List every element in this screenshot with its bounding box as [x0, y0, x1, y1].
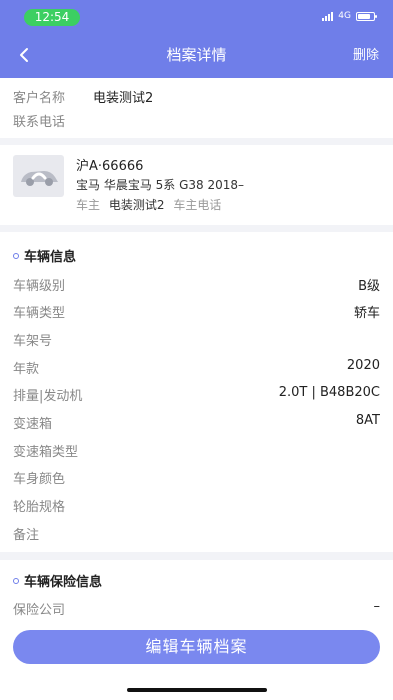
info-row: 变速箱 8AT: [0, 408, 393, 435]
info-row: 保险公司 –: [0, 594, 393, 621]
info-row: 排量|发动机 2.0T | B48B20C: [0, 380, 393, 407]
home-indicator: [127, 688, 267, 692]
info-row-value: B级: [358, 279, 380, 294]
info-row-value: 2.0T | B48B20C: [278, 385, 380, 400]
network-type: 4G: [338, 11, 351, 21]
owner-line: 车主 电装测试2 车主电话: [76, 196, 231, 213]
info-row-label: 备注: [13, 528, 40, 543]
section-dot-icon: [13, 577, 19, 584]
license-plate: 沪A·66666: [76, 159, 144, 174]
info-row-value: 2020: [346, 358, 380, 373]
status-indicators: 4G: [322, 11, 377, 21]
info-row-label: 变速箱类型: [13, 445, 79, 460]
info-row: 轮胎规格: [0, 491, 393, 518]
insurance-info-header: 车辆保险信息: [13, 571, 102, 590]
app-header: 12:54 4G 档案详情 删除: [0, 0, 393, 78]
contact-phone-label: 联系电话: [13, 115, 66, 130]
info-row-value: –: [373, 599, 381, 614]
delete-button[interactable]: 删除: [353, 45, 379, 67]
info-row-label: 保险公司: [13, 603, 66, 618]
info-row: 年款 2020: [0, 353, 393, 380]
info-row-label: 年款: [13, 362, 40, 377]
owner-label: 车主: [76, 198, 101, 212]
status-time: 12:54: [24, 9, 80, 26]
info-row-value: 轿车: [353, 306, 380, 321]
info-row-label: 车辆级别: [13, 279, 66, 294]
customer-name-value: 电装测试2: [93, 91, 154, 106]
section-title: 车辆信息: [24, 250, 77, 265]
signal-icon: [322, 11, 334, 21]
info-row-label: 变速箱: [13, 417, 53, 432]
info-row-label: 车身颜色: [13, 472, 66, 487]
section-title: 车辆保险信息: [24, 575, 103, 590]
owner-value: 电装测试2: [108, 198, 165, 212]
customer-card: 客户名称 电装测试2 联系电话: [0, 78, 393, 138]
section-dot-icon: [13, 252, 19, 259]
info-row: 变速箱类型: [0, 436, 393, 463]
customer-name-label: 客户名称: [13, 91, 66, 106]
info-row-label: 车辆类型: [13, 306, 66, 321]
vehicle-info-section: 车辆信息 车辆级别 B级 车辆类型 轿车 车架号 年款 2020 排量|发动机 …: [0, 232, 393, 552]
edit-vehicle-record-button[interactable]: 编辑车辆档案: [13, 630, 380, 664]
info-row: 车架号: [0, 325, 393, 352]
info-row-label: 轮胎规格: [13, 500, 66, 515]
info-row-label: 排量|发动机: [13, 389, 83, 404]
car-placeholder-icon: [13, 155, 64, 197]
info-row: 备注: [0, 519, 393, 546]
page-title: 档案详情: [166, 46, 227, 64]
battery-icon: [356, 11, 377, 21]
info-row: 车身颜色: [0, 463, 393, 490]
vehicle-card[interactable]: 沪A·66666 宝马 华晨宝马 5系 G38 2018– 车主 电装测试2 车…: [0, 145, 393, 225]
owner-phone-label: 车主电话: [173, 198, 222, 212]
vehicle-model: 宝马 华晨宝马 5系 G38 2018–: [76, 178, 245, 192]
info-row-value: 8AT: [355, 413, 380, 428]
vehicle-info-header: 车辆信息: [13, 246, 76, 265]
info-row: 车辆级别 B级: [0, 270, 393, 297]
info-row-label: 车架号: [13, 334, 53, 349]
info-row: 车辆类型 轿车: [0, 297, 393, 324]
